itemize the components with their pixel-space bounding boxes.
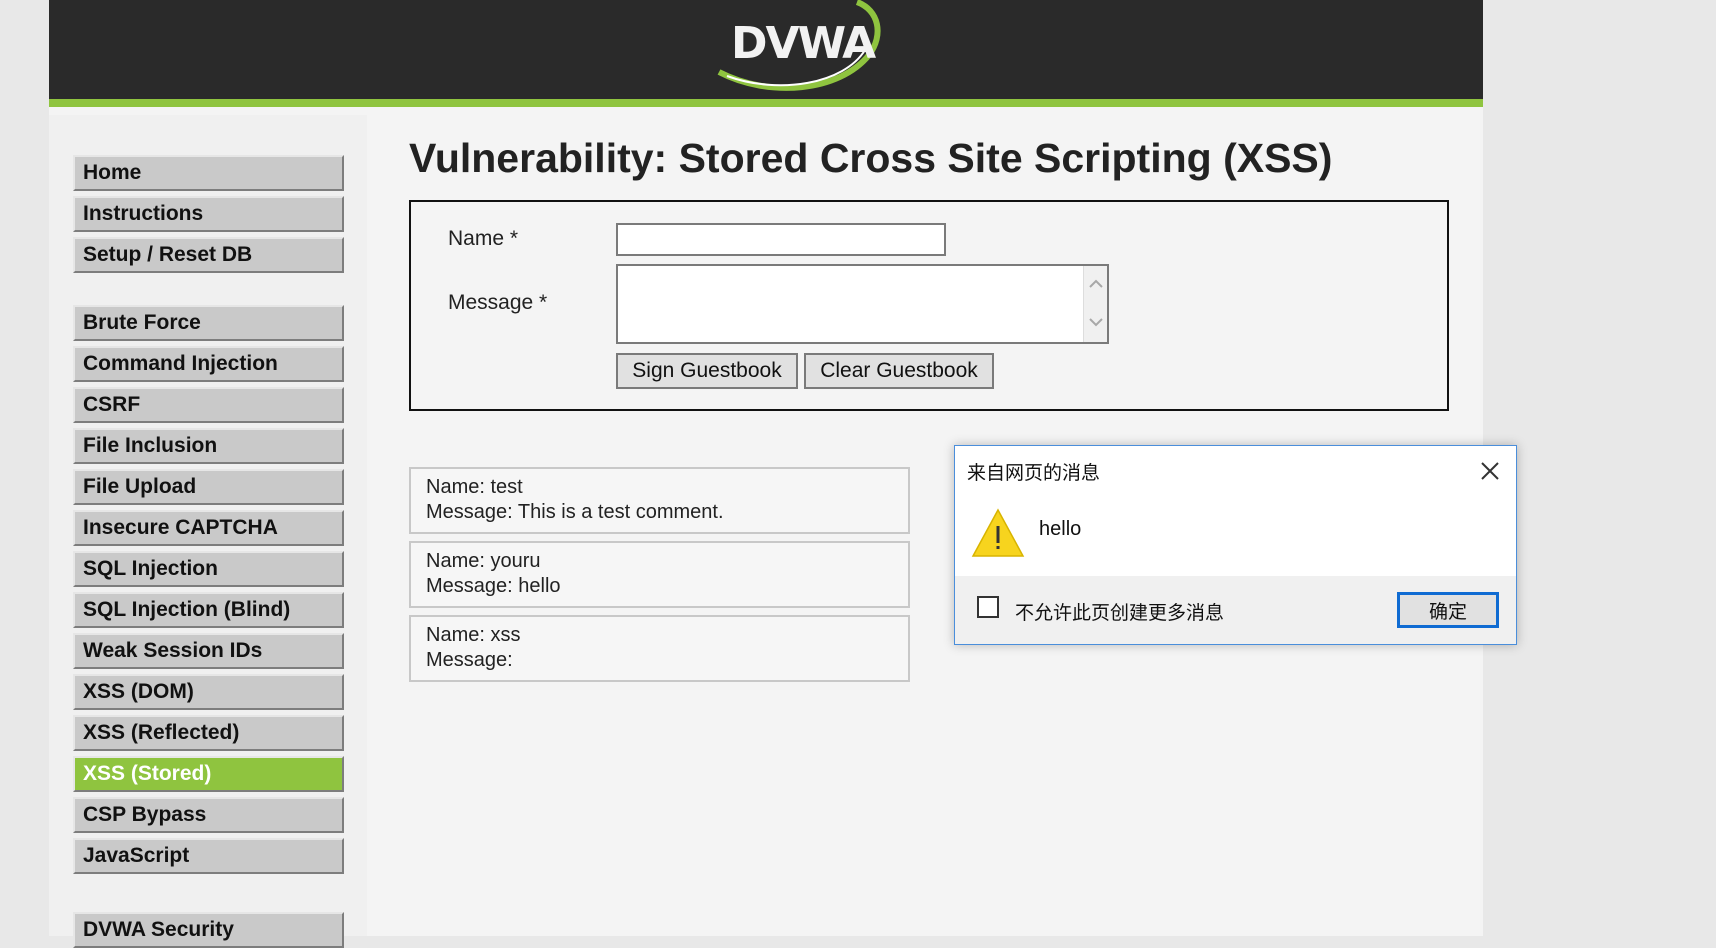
dialog-footer: 不允许此页创建更多消息 确定 — [955, 576, 1516, 644]
sign-guestbook-button[interactable]: Sign Guestbook — [616, 353, 798, 389]
page-title: Vulnerability: Stored Cross Site Scripti… — [409, 135, 1333, 181]
sidebar-item-home[interactable]: Home — [73, 155, 344, 191]
header: DVWA — [49, 0, 1483, 107]
sidebar-item-weak-session-ids[interactable]: Weak Session IDs — [73, 633, 344, 669]
message-label: Message * — [448, 291, 548, 314]
sidebar-item-file-inclusion[interactable]: File Inclusion — [73, 428, 344, 464]
sidebar-item-xss-reflected[interactable]: XSS (Reflected) — [73, 715, 344, 751]
entry-name: Name: xss — [426, 624, 521, 646]
sidebar-item-dvwa-security[interactable]: DVWA Security — [73, 912, 344, 948]
sidebar-item-sql-injection-blind[interactable]: SQL Injection (Blind) — [73, 592, 344, 628]
guestbook-form: Name * Message * Sign Guestbook Clear Gu… — [409, 200, 1449, 411]
entry-name: Name: youru — [426, 550, 541, 572]
suppress-messages-checkbox[interactable] — [977, 596, 999, 618]
entry-message: Message: — [426, 649, 513, 671]
dvwa-logo[interactable]: DVWA — [679, 0, 899, 95]
chevron-down-icon[interactable] — [1088, 314, 1104, 330]
entry-message: Message: This is a test comment. — [426, 501, 724, 523]
sidebar-item-command-injection[interactable]: Command Injection — [73, 346, 344, 382]
sidebar-item-javascript[interactable]: JavaScript — [73, 838, 344, 874]
name-input[interactable] — [616, 223, 946, 256]
clear-guestbook-button[interactable]: Clear Guestbook — [804, 353, 994, 389]
ok-button[interactable]: 确定 — [1397, 592, 1499, 628]
chevron-up-icon[interactable] — [1088, 276, 1104, 292]
sidebar-item-csrf[interactable]: CSRF — [73, 387, 344, 423]
message-input[interactable] — [616, 264, 1109, 344]
dialog-title: 来自网页的消息 — [967, 462, 1101, 484]
close-icon[interactable] — [1479, 460, 1501, 482]
logo-text: DVWA — [731, 18, 876, 69]
sidebar-item-csp-bypass[interactable]: CSP Bypass — [73, 797, 344, 833]
warning-icon — [971, 508, 1025, 557]
guestbook-entry: Name: test Message: This is a test comme… — [409, 467, 910, 534]
dialog-message: hello — [1039, 518, 1082, 540]
entry-name: Name: test — [426, 476, 523, 498]
alert-dialog: 来自网页的消息 hello 不允许此页创建更多消息 确定 — [954, 445, 1517, 645]
suppress-messages-label: 不允许此页创建更多消息 — [1015, 602, 1225, 624]
sidebar-item-brute-force[interactable]: Brute Force — [73, 305, 344, 341]
sidebar-item-sql-injection[interactable]: SQL Injection — [73, 551, 344, 587]
sidebar-item-setup-reset-db[interactable]: Setup / Reset DB — [73, 237, 344, 273]
sidebar-item-xss-dom[interactable]: XSS (DOM) — [73, 674, 344, 710]
guestbook-entry: Name: xss Message: — [409, 615, 910, 682]
sidebar-menu: Home Instructions Setup / Reset DB Brute… — [49, 115, 367, 948]
entry-message: Message: hello — [426, 575, 561, 597]
sidebar-item-instructions[interactable]: Instructions — [73, 196, 344, 232]
guestbook-entry: Name: youru Message: hello — [409, 541, 910, 608]
sidebar-item-xss-stored[interactable]: XSS (Stored) — [73, 756, 344, 792]
name-label: Name * — [448, 227, 519, 250]
sidebar-item-file-upload[interactable]: File Upload — [73, 469, 344, 505]
sidebar-item-insecure-captcha[interactable]: Insecure CAPTCHA — [73, 510, 344, 546]
message-scrollbar[interactable] — [1083, 266, 1107, 342]
